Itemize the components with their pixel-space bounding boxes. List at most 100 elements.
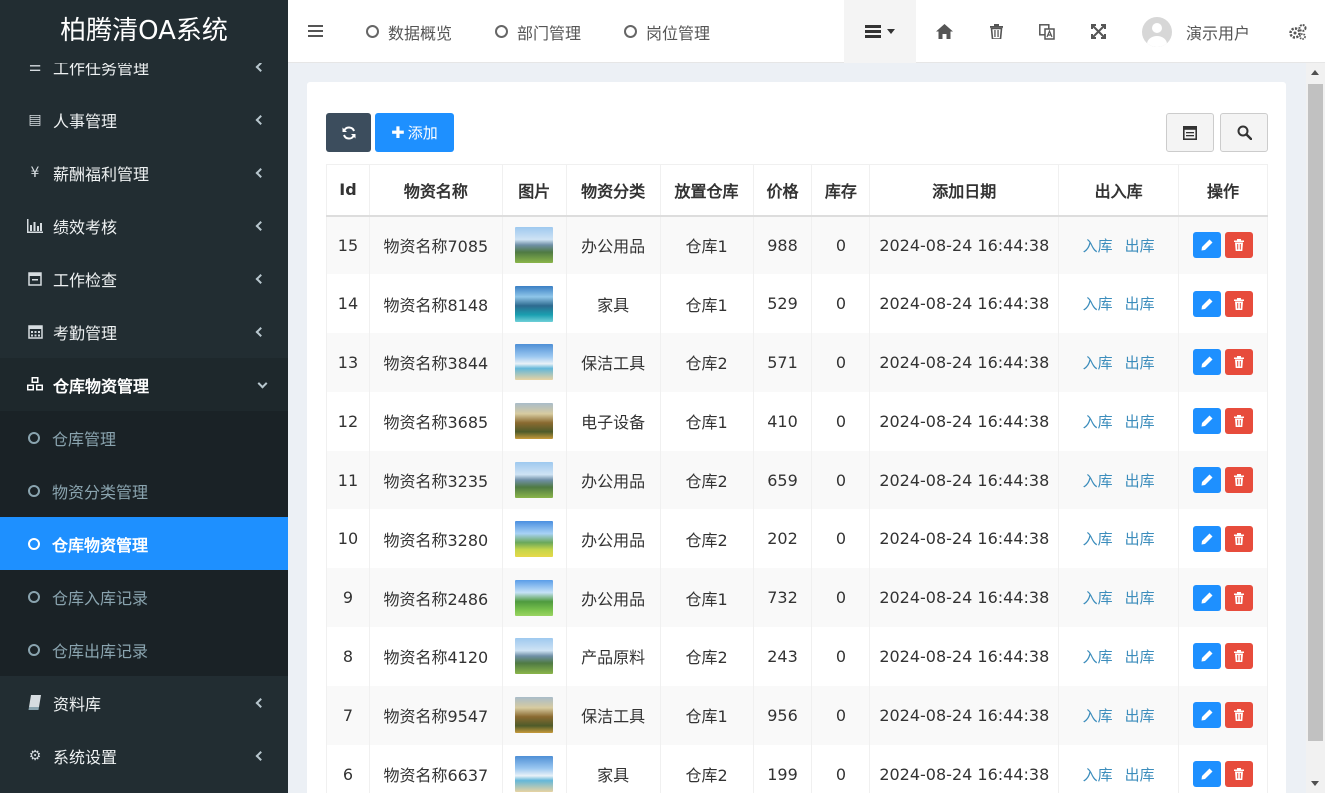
control-sidebar-button[interactable] [1282, 0, 1314, 63]
col-category[interactable]: 物资分类 [566, 164, 661, 217]
fullscreen-button[interactable] [1082, 0, 1114, 63]
refresh-button[interactable] [326, 113, 371, 152]
home-button[interactable] [928, 0, 960, 63]
stock-out-link[interactable]: 出库 [1125, 472, 1155, 490]
thumbnail-image[interactable] [515, 579, 554, 616]
stock-out-link[interactable]: 出库 [1125, 295, 1155, 313]
tab-position[interactable]: 岗位管理 [624, 0, 710, 63]
table-row[interactable]: 8 物资名称4120 产品原料 仓库2 243 0 2024-08-24 16:44:38 入… [326, 627, 1268, 686]
stock-out-link[interactable]: 出库 [1125, 648, 1155, 666]
edit-button[interactable] [1193, 290, 1222, 317]
edit-button[interactable] [1193, 525, 1222, 552]
thumbnail-image[interactable] [515, 697, 554, 734]
sidebar-subitem-materials[interactable]: 仓库物资管理 [0, 517, 288, 570]
stock-in-link[interactable]: 入库 [1083, 707, 1113, 725]
columns-button[interactable] [1166, 113, 1214, 152]
edit-button[interactable] [1193, 467, 1222, 494]
delete-button[interactable] [1225, 525, 1254, 552]
edit-button[interactable] [1193, 408, 1222, 435]
edit-button[interactable] [1193, 349, 1222, 376]
thumbnail-image[interactable] [515, 344, 554, 381]
table-row[interactable]: 15 物资名称7085 办公用品 仓库1 988 0 2024-08-24 16:44:38… [326, 215, 1268, 275]
sidebar-item-settings[interactable]: ⚙ 系统设置 [0, 729, 288, 782]
delete-button[interactable] [1225, 702, 1254, 729]
col-price[interactable]: 价格 [753, 164, 813, 217]
table-row[interactable]: 11 物资名称3235 办公用品 仓库2 659 0 2024-08-24 16:44:38… [326, 450, 1268, 510]
sidebar-item-inspection[interactable]: 工作检查 [0, 252, 288, 305]
stock-in-link[interactable]: 入库 [1083, 237, 1113, 255]
stock-out-link[interactable]: 出库 [1125, 530, 1155, 548]
table-row[interactable]: 9 物资名称2486 办公用品 仓库1 732 0 2024-08-24 16:44:38 入… [326, 568, 1268, 628]
stock-in-link[interactable]: 入库 [1083, 530, 1113, 548]
table-row[interactable]: 12 物资名称3685 电子设备 仓库1 410 0 2024-08-24 16:44:38… [326, 391, 1268, 451]
delete-button[interactable] [1225, 643, 1254, 670]
thumbnail-image[interactable] [515, 520, 554, 557]
stock-in-link[interactable]: 入库 [1083, 766, 1113, 784]
thumbnail-image[interactable] [515, 638, 554, 675]
stock-in-link[interactable]: 入库 [1083, 648, 1113, 666]
scroll-up-icon[interactable] [1311, 70, 1319, 75]
trash-button[interactable] [980, 0, 1012, 63]
col-id[interactable]: Id [326, 164, 370, 217]
col-stock[interactable]: 库存 [811, 164, 871, 217]
edit-button[interactable] [1193, 761, 1222, 788]
sidebar-item-performance[interactable]: 绩效考核 [0, 199, 288, 252]
stock-in-link[interactable]: 入库 [1083, 472, 1113, 490]
search-button[interactable] [1220, 113, 1268, 152]
stock-out-link[interactable]: 出库 [1125, 766, 1155, 784]
table-row[interactable]: 14 物资名称8148 家具 仓库1 529 0 2024-08-24 16:44:38 入库… [326, 274, 1268, 334]
stock-out-link[interactable]: 出库 [1125, 413, 1155, 431]
thumbnail-image[interactable] [515, 227, 554, 264]
sidebar-item-attendance[interactable]: 考勤管理 [0, 305, 288, 358]
tab-overview[interactable]: 数据概览 [366, 0, 452, 63]
sidebar-item-warehouse[interactable]: 仓库物资管理 [0, 358, 288, 411]
delete-button[interactable] [1225, 584, 1254, 611]
thumbnail-image[interactable] [515, 403, 554, 440]
scrollbar-thumb[interactable] [1308, 84, 1323, 741]
stock-in-link[interactable]: 入库 [1083, 413, 1113, 431]
delete-button[interactable] [1225, 232, 1254, 259]
stock-out-link[interactable]: 出库 [1125, 237, 1155, 255]
tab-department[interactable]: 部门管理 [495, 0, 581, 63]
edit-button[interactable] [1193, 584, 1222, 611]
delete-button[interactable] [1225, 290, 1254, 317]
stock-out-link[interactable]: 出库 [1125, 707, 1155, 725]
col-warehouse[interactable]: 放置仓库 [660, 164, 754, 217]
stock-in-link[interactable]: 入库 [1083, 589, 1113, 607]
delete-button[interactable] [1225, 349, 1254, 376]
scroll-down-icon[interactable] [1311, 781, 1319, 786]
sidebar-item-salary[interactable]: ¥ 薪酬福利管理 [0, 146, 288, 199]
thumbnail-image[interactable] [515, 756, 554, 793]
sidebar-item-hr[interactable]: ▤ 人事管理 [0, 93, 288, 146]
delete-button[interactable] [1225, 467, 1254, 494]
sidebar-subitem-inbound[interactable]: 仓库入库记录 [0, 570, 288, 623]
edit-button[interactable] [1193, 643, 1222, 670]
col-date[interactable]: 添加日期 [869, 164, 1060, 217]
page-scrollbar[interactable] [1306, 63, 1325, 793]
delete-button[interactable] [1225, 408, 1254, 435]
table-row[interactable]: 10 物资名称3280 办公用品 仓库2 202 0 2024-08-24 16:44:38… [326, 509, 1268, 569]
tabs-dropdown-button[interactable] [844, 0, 916, 63]
table-row[interactable]: 7 物资名称9547 保洁工具 仓库1 956 0 2024-08-24 16:44:38 入… [326, 685, 1268, 745]
stock-out-link[interactable]: 出库 [1125, 589, 1155, 607]
sidebar-subitem-outbound[interactable]: 仓库出库记录 [0, 623, 288, 676]
sidebar-subitem-category[interactable]: 物资分类管理 [0, 464, 288, 517]
stock-out-link[interactable]: 出库 [1125, 354, 1155, 372]
add-button[interactable]: ✚ 添加 [375, 113, 454, 152]
hamburger-icon[interactable] [308, 25, 323, 37]
col-name[interactable]: 物资名称 [369, 164, 503, 217]
stock-in-link[interactable]: 入库 [1083, 295, 1113, 313]
edit-button[interactable] [1193, 232, 1222, 259]
sidebar-subitem-warehouse[interactable]: 仓库管理 [0, 411, 288, 464]
col-image[interactable]: 图片 [502, 164, 567, 217]
thumbnail-image[interactable] [515, 285, 554, 322]
user-menu[interactable]: 演示用户 [1142, 0, 1262, 63]
sidebar-item-library[interactable]: 资料库 [0, 676, 288, 729]
thumbnail-image[interactable] [515, 462, 554, 499]
table-row[interactable]: 6 物资名称6637 家具 仓库2 199 0 2024-08-24 16:44:38 入库出… [326, 744, 1268, 793]
delete-button[interactable] [1225, 761, 1254, 788]
stock-in-link[interactable]: 入库 [1083, 354, 1113, 372]
edit-button[interactable] [1193, 702, 1222, 729]
table-row[interactable]: 13 物资名称3844 保洁工具 仓库2 571 0 2024-08-24 16:44:38… [326, 333, 1268, 392]
translate-button[interactable] [1031, 0, 1063, 63]
